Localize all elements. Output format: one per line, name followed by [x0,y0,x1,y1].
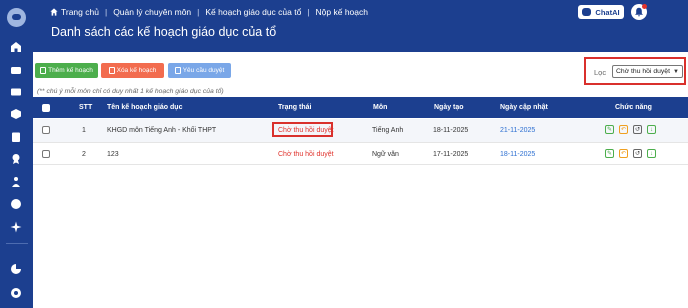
row-status: Chờ thu hồi duyệt [278,127,334,134]
table-header: STT Tên kế hoạch giáo dục Trạng thái Môn… [33,97,688,118]
chevron-down-icon: ▼ [673,69,679,75]
revoke-icon[interactable]: ↶ [619,125,628,134]
header-updated: Ngày cập nhật [500,104,548,111]
file-icon [174,67,181,74]
revoke-icon[interactable]: ↶ [619,149,628,158]
header-name: Tên kế hoạch giáo dục [107,104,183,111]
chatai-label: ChatAI [595,7,620,17]
breadcrumb-item-professional[interactable]: Quản lý chuyên môn [113,7,191,17]
award-icon[interactable] [9,152,23,166]
row-created-date: 18-11-2025 [433,127,469,134]
row-plan-name: 123 [107,151,119,158]
app-logo[interactable] [7,8,26,27]
breadcrumb-separator: | [197,7,200,17]
download-icon[interactable]: ↓ [647,125,656,134]
row-subject: Tiếng Anh [372,127,404,134]
settings-icon[interactable] [9,286,23,300]
breadcrumb-separator: | [307,7,310,17]
row-plan-name: KHGD môn Tiếng Anh - Khối THPT [107,127,217,134]
row-checkbox[interactable] [42,126,50,134]
status-filter-select[interactable]: Chờ thu hồi duyệt ▼ [612,65,683,78]
select-all-checkbox[interactable] [42,104,50,112]
chat-icon[interactable] [9,197,23,211]
filter-group: Lọc Chờ thu hồi duyệt ▼ [584,57,686,85]
note-text: (** chú ý mỗi môn chỉ có duy nhất 1 kế h… [37,88,224,95]
row-subject: Ngữ văn [372,151,399,158]
filter-label: Lọc [594,68,607,77]
row-updated-date[interactable]: 21-11-2025 [500,127,535,134]
edit-icon[interactable]: ✎ [605,125,614,134]
breadcrumb-item-plan[interactable]: Kế hoạch giáo dục của tổ [205,7,301,17]
header-actions: Chức năng [615,104,652,111]
delete-file-icon [108,67,115,74]
breadcrumb-separator: | [104,7,108,17]
robot-icon [582,8,592,16]
download-icon[interactable]: ↓ [647,149,656,158]
clipboard-icon[interactable] [9,130,23,144]
undo-icon[interactable]: ↺ [633,125,642,134]
delete-plan-label: Xóa kế hoạch [116,67,157,74]
row-stt: 1 [82,127,86,134]
box-icon[interactable] [9,107,23,121]
sidebar-divider [6,243,28,244]
add-plan-button[interactable]: Thêm kế hoạch [35,63,98,78]
breadcrumb-item-home[interactable]: Trang chủ [61,7,99,17]
table-row: 1 KHGD môn Tiếng Anh - Khối THPT Chờ thu… [33,119,688,142]
header-stt: STT [79,104,93,111]
header-subject: Môn [373,104,388,111]
header-status: Trạng thái [278,104,312,111]
table-row: 2 123 Chờ thu hồi duyệt Ngữ văn 17-11-20… [33,142,688,165]
row-created-date: 17-11-2025 [433,151,469,158]
row-actions: ✎ ↶ ↺ ↓ [605,125,656,134]
sidebar [0,0,33,308]
row-stt: 2 [82,151,86,158]
filter-selected-value: Chờ thu hồi duyệt [616,68,670,75]
breadcrumb-item-submit: Nộp kế hoạch [315,7,368,17]
row-actions: ✎ ↶ ↺ ↓ [605,149,656,158]
notification-badge [642,4,647,9]
breadcrumb-home-icon [50,8,58,16]
breadcrumb: Trang chủ | Quản lý chuyên môn | Kế hoạc… [50,7,368,17]
app-root: Trang chủ | Quản lý chuyên môn | Kế hoạc… [0,0,688,308]
plus-file-icon [40,67,47,74]
users-icon[interactable] [9,175,23,189]
request-approval-label: Yêu cầu duyệt [182,67,225,74]
undo-icon[interactable]: ↺ [633,149,642,158]
pie-chart-icon[interactable] [9,262,23,276]
row-updated-date[interactable]: 18-11-2025 [500,151,535,158]
header-created: Ngày tạo [434,104,464,111]
row-status: Chờ thu hồi duyệt [278,151,334,158]
edit-icon[interactable]: ✎ [605,149,614,158]
sparkle-icon[interactable] [9,220,23,234]
page-title: Danh sách các kế hoạch giáo dục của tổ [51,25,277,39]
card-icon[interactable] [9,85,23,99]
home-icon[interactable] [9,40,23,54]
delete-plan-button[interactable]: Xóa kế hoạch [101,63,164,78]
row-checkbox[interactable] [42,150,50,158]
request-approval-button[interactable]: Yêu cầu duyệt [168,63,231,78]
chatai-button[interactable]: ChatAI [578,5,624,19]
add-plan-label: Thêm kế hoạch [48,67,93,74]
wallet-icon[interactable] [9,63,23,77]
